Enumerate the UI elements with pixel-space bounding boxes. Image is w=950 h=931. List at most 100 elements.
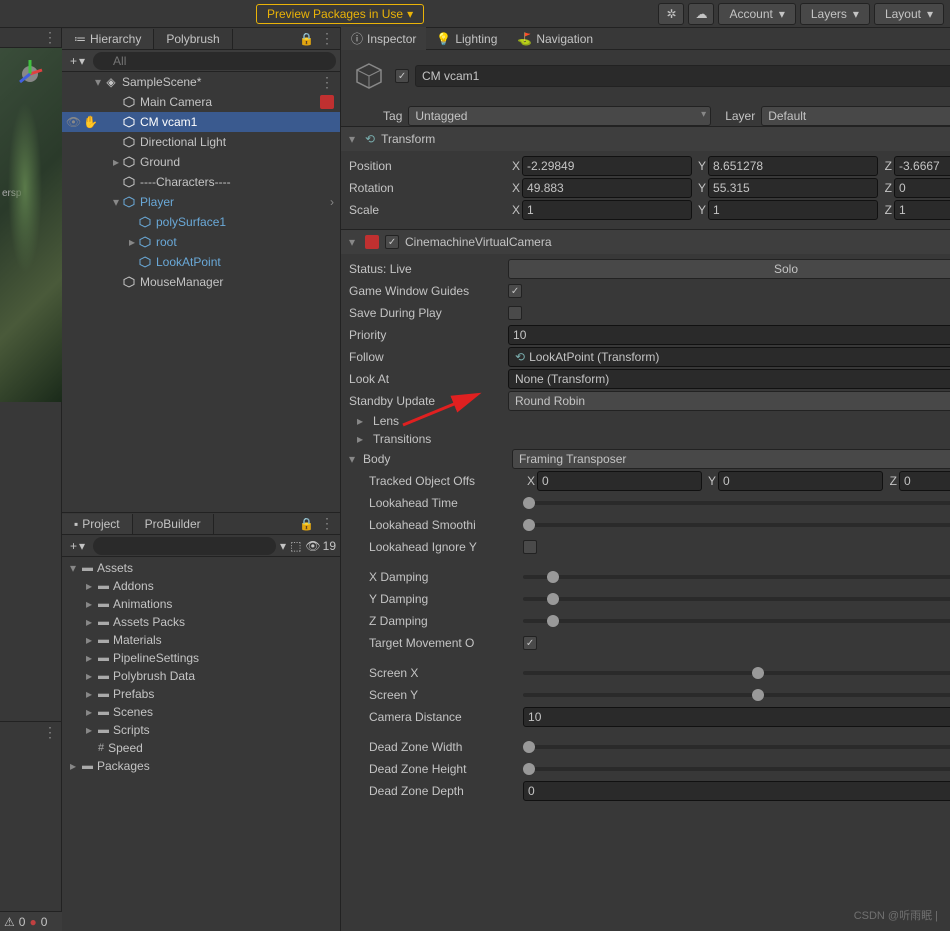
preview-packages-badge[interactable]: Preview Packages in Use▾ bbox=[256, 4, 424, 24]
hierarchy-item[interactable]: MouseManager bbox=[62, 272, 340, 292]
hierarchy-item[interactable]: Directional Light bbox=[62, 132, 340, 152]
topbar: Preview Packages in Use▾ ✲ ☁ Account▾ La… bbox=[0, 0, 950, 28]
account-menu[interactable]: Account▾ bbox=[718, 3, 795, 25]
object-name-input[interactable] bbox=[415, 65, 950, 87]
panel-menu-icon[interactable]: ⋮ bbox=[43, 724, 57, 739]
target-movement-checkbox[interactable]: ✓ bbox=[523, 636, 537, 650]
tracked-z-input[interactable] bbox=[899, 471, 950, 491]
hierarchy-item[interactable]: ▾Player› bbox=[62, 192, 340, 212]
rot-y-input[interactable] bbox=[708, 178, 878, 198]
dead-zone-width-slider[interactable] bbox=[523, 745, 950, 749]
transform-header[interactable]: ▾ ⟲ Transform ?⇄⋮ bbox=[341, 127, 950, 151]
tag-dropdown[interactable]: Untagged bbox=[408, 106, 711, 126]
scale-y-input[interactable] bbox=[708, 200, 878, 220]
project-folder[interactable]: ▸▬Animations bbox=[62, 595, 340, 613]
y-damping-slider[interactable] bbox=[523, 597, 950, 601]
lookahead-time-slider[interactable] bbox=[523, 501, 950, 505]
project-folder[interactable]: ▸▬Materials bbox=[62, 631, 340, 649]
hierarchy-item[interactable]: LookAtPoint bbox=[62, 252, 340, 272]
filter-icon[interactable]: ▾ bbox=[280, 539, 286, 553]
hierarchy-search-input[interactable] bbox=[93, 52, 336, 70]
component-enable-checkbox[interactable]: ✓ bbox=[385, 235, 399, 249]
panel-menu-icon[interactable]: ⋮ bbox=[320, 30, 334, 47]
orientation-gizmo-icon[interactable] bbox=[12, 56, 48, 92]
scene-menu-icon[interactable]: ⋮ bbox=[43, 29, 57, 46]
hierarchy-item[interactable]: polySurface1 bbox=[62, 212, 340, 232]
snap-icon[interactable]: ✲ bbox=[658, 3, 684, 25]
guides-checkbox[interactable]: ✓ bbox=[508, 284, 522, 298]
lens-foldout[interactable]: ▸Lens bbox=[349, 412, 950, 430]
probuilder-tab[interactable]: ProBuilder bbox=[133, 514, 214, 534]
pos-z-input[interactable] bbox=[894, 156, 950, 176]
project-folder[interactable]: ▸▬Packages bbox=[62, 757, 340, 775]
screen-x-slider[interactable] bbox=[523, 671, 950, 675]
lock-icon[interactable]: 🔒 bbox=[299, 32, 314, 46]
standby-dropdown[interactable]: Round Robin bbox=[508, 391, 950, 411]
screen-y-slider[interactable] bbox=[523, 693, 950, 697]
layers-menu[interactable]: Layers▾ bbox=[800, 3, 870, 25]
lookat-field[interactable]: None (Transform)⊙ bbox=[508, 369, 950, 389]
hierarchy-tab[interactable]: ≔Hierarchy bbox=[62, 29, 154, 49]
layout-menu[interactable]: Layout▾ bbox=[874, 3, 944, 25]
project-folder[interactable]: ▸▬Addons bbox=[62, 577, 340, 595]
rot-x-input[interactable] bbox=[522, 178, 692, 198]
rot-z-input[interactable] bbox=[894, 178, 950, 198]
pickable-icon[interactable]: ✋ bbox=[83, 115, 98, 129]
solo-button[interactable]: Solo bbox=[508, 259, 950, 279]
hierarchy-item[interactable]: 👁✋CM vcam1 bbox=[62, 112, 340, 132]
pos-y-input[interactable] bbox=[708, 156, 878, 176]
guides-label: Game Window Guides bbox=[349, 284, 504, 298]
project-folder[interactable]: ▸▬Assets Packs bbox=[62, 613, 340, 631]
project-folder[interactable]: ▸▬PipelineSettings bbox=[62, 649, 340, 667]
transitions-foldout[interactable]: ▸Transitions bbox=[349, 430, 950, 448]
lookahead-smooth-slider[interactable] bbox=[523, 523, 950, 527]
camera-distance-input[interactable] bbox=[523, 707, 950, 727]
visibility-icon[interactable]: 👁 bbox=[305, 539, 320, 553]
hierarchy-item[interactable]: ----Characters---- bbox=[62, 172, 340, 192]
z-damping-slider[interactable] bbox=[523, 619, 950, 623]
project-folder[interactable]: ▸▬Prefabs bbox=[62, 685, 340, 703]
tracked-x-input[interactable] bbox=[537, 471, 702, 491]
project-folder[interactable]: ▸▬Scenes bbox=[62, 703, 340, 721]
hierarchy-item[interactable]: ▾◈SampleScene*⋮ bbox=[62, 72, 340, 92]
hierarchy-item[interactable]: ▸root bbox=[62, 232, 340, 252]
hierarchy-item[interactable]: Main Camera bbox=[62, 92, 340, 112]
priority-input[interactable] bbox=[508, 325, 950, 345]
project-search-input[interactable] bbox=[93, 537, 276, 555]
polybrush-tab[interactable]: Polybrush bbox=[154, 29, 232, 49]
scale-z-input[interactable] bbox=[894, 200, 950, 220]
lookahead-ignore-checkbox[interactable] bbox=[523, 540, 537, 554]
follow-field[interactable]: ⟲LookAtPoint (Transform)⊙ bbox=[508, 347, 950, 367]
cube-icon bbox=[138, 235, 152, 249]
navigation-tab[interactable]: ⛳Navigation bbox=[507, 29, 603, 49]
visibility-icon[interactable]: 👁 bbox=[66, 115, 81, 129]
create-dropdown[interactable]: +▾ bbox=[66, 54, 89, 68]
tracked-y-input[interactable] bbox=[718, 471, 883, 491]
cinemachine-header[interactable]: ▾ ✓ CinemachineVirtualCamera ?⋮ bbox=[341, 230, 950, 254]
project-folder[interactable]: ▸▬Polybrush Data bbox=[62, 667, 340, 685]
dead-zone-height-slider[interactable] bbox=[523, 767, 950, 771]
hierarchy-item[interactable]: ▸Ground bbox=[62, 152, 340, 172]
lock-icon[interactable]: 🔒 bbox=[299, 517, 314, 531]
project-folder[interactable]: ▾▬Assets bbox=[62, 559, 340, 577]
scale-x-input[interactable] bbox=[522, 200, 692, 220]
project-folder[interactable]: ▸▬Scripts bbox=[62, 721, 340, 739]
scene-menu-icon[interactable]: ⋮ bbox=[320, 74, 334, 91]
active-checkbox[interactable]: ✓ bbox=[395, 69, 409, 83]
cloud-icon[interactable]: ☁ bbox=[688, 3, 714, 25]
layer-dropdown[interactable]: Default bbox=[761, 106, 950, 126]
favorite-icon[interactable]: ⬚ bbox=[290, 539, 301, 553]
create-dropdown[interactable]: +▾ bbox=[66, 539, 89, 553]
project-tab[interactable]: ▪Project bbox=[62, 514, 133, 534]
hierarchy-item-label: Directional Light bbox=[140, 135, 226, 149]
inspector-tab[interactable]: ⓘInspector bbox=[341, 27, 426, 50]
scene-view[interactable]: ersp bbox=[0, 48, 62, 402]
panel-menu-icon[interactable]: ⋮ bbox=[320, 515, 334, 532]
save-during-play-checkbox[interactable] bbox=[508, 306, 522, 320]
dead-zone-depth-input[interactable] bbox=[523, 781, 950, 801]
lighting-tab[interactable]: 💡Lighting bbox=[426, 29, 507, 49]
project-folder[interactable]: #Speed bbox=[62, 739, 340, 757]
body-dropdown[interactable]: Framing Transposer bbox=[512, 449, 950, 469]
pos-x-input[interactable] bbox=[522, 156, 692, 176]
x-damping-slider[interactable] bbox=[523, 575, 950, 579]
